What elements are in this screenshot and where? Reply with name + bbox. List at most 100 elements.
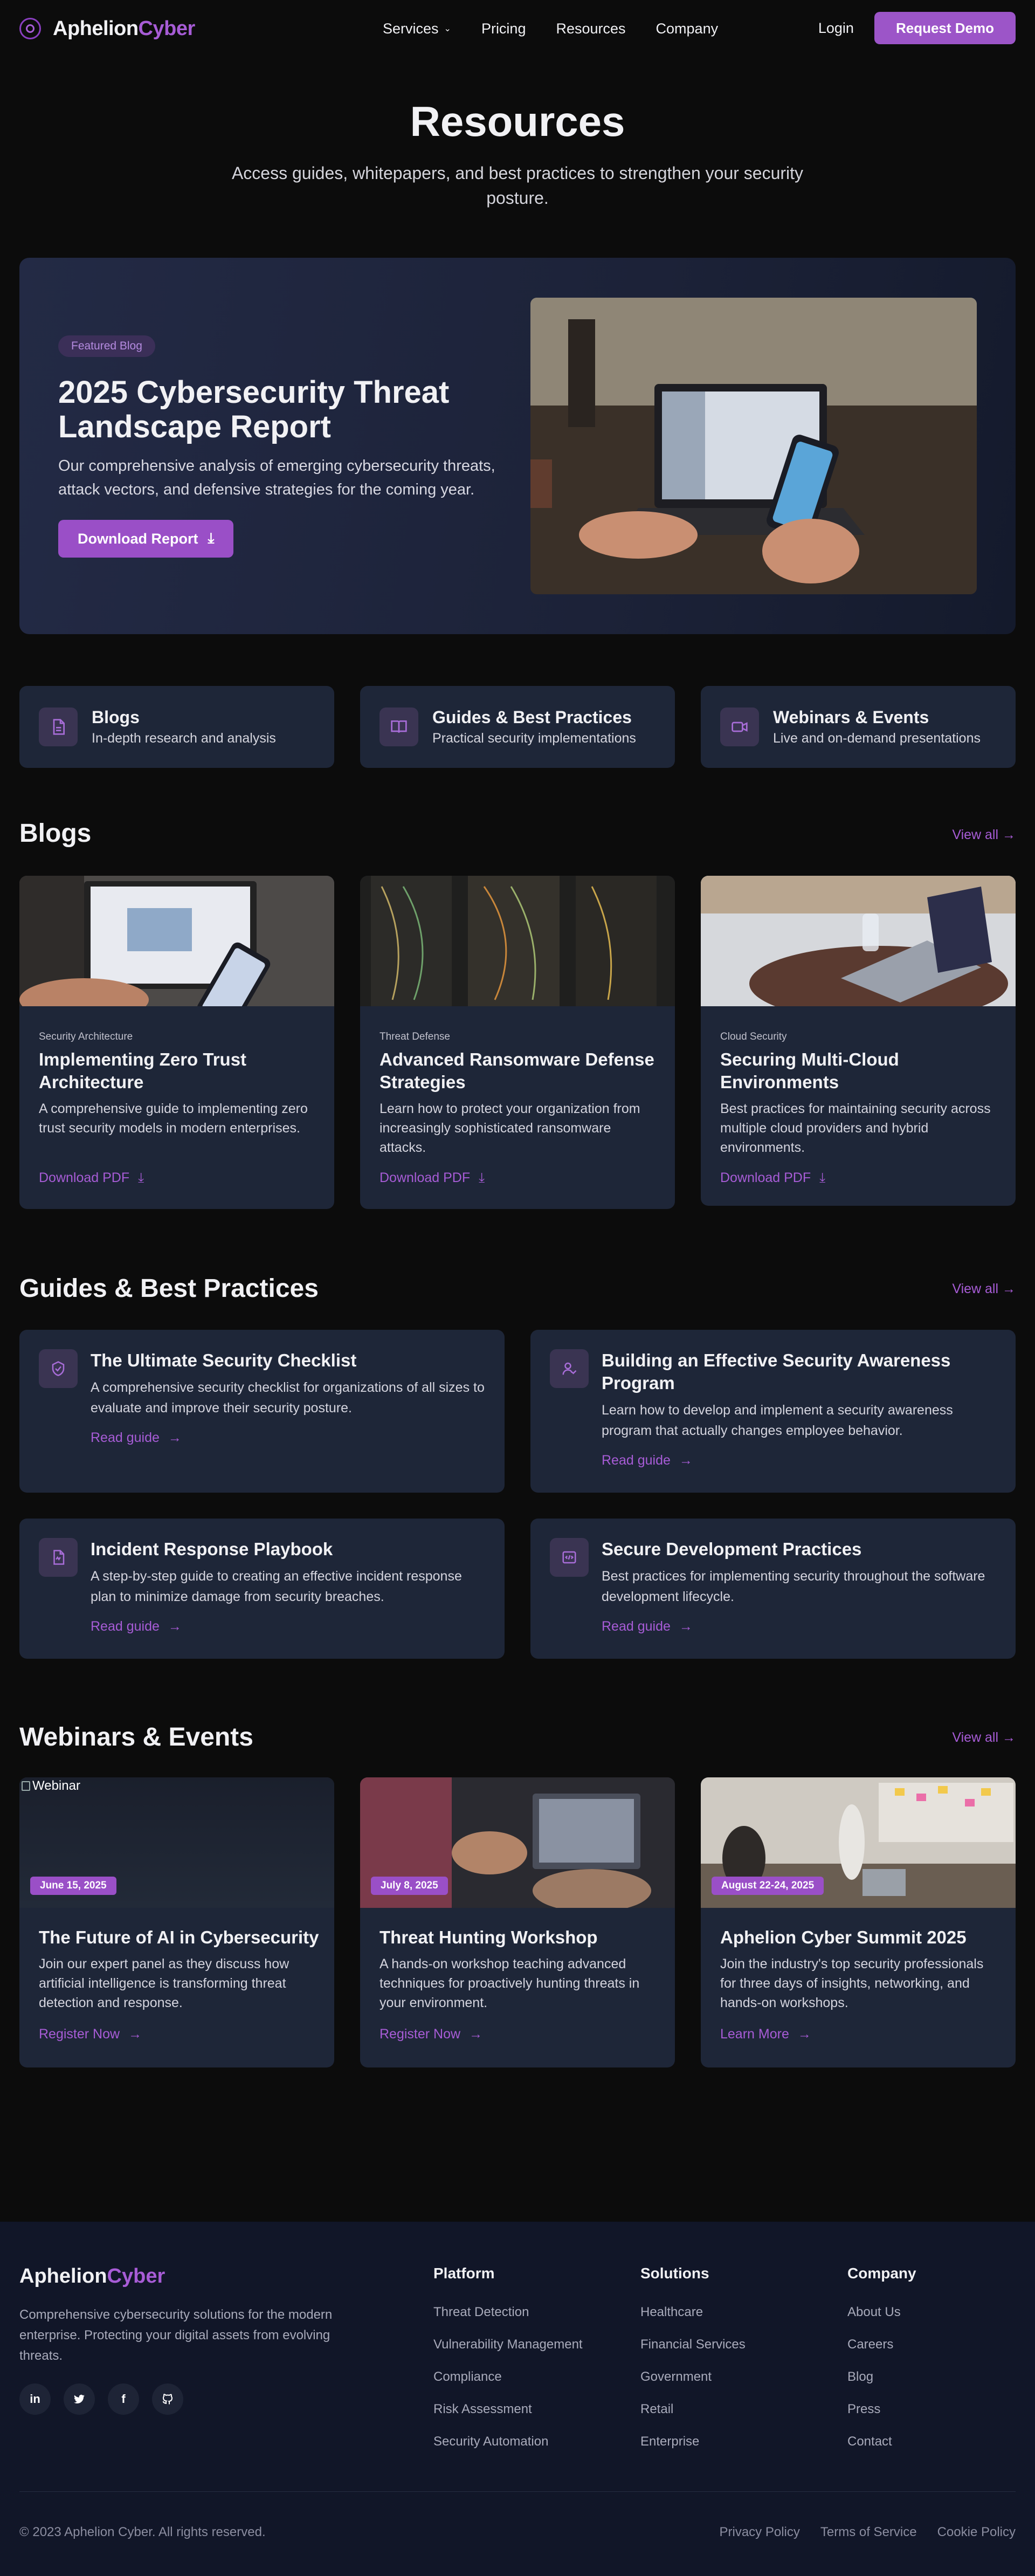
logo-icon: [19, 18, 41, 39]
arrow-right-icon: →: [1002, 827, 1016, 842]
card-title: Securing Multi-Cloud Environments: [720, 1049, 899, 1092]
read-guide-link[interactable]: Read guide →: [91, 1619, 182, 1634]
link-label: Learn More: [720, 2027, 789, 2042]
footer-link[interactable]: Compliance: [433, 2369, 583, 2385]
main-menu: Services ⌄ Pricing Resources Company: [383, 0, 718, 57]
download-pdf-link[interactable]: Download PDF ⤓: [39, 1170, 144, 1186]
blog-image-laptop-tray: [701, 876, 1016, 1021]
legal-links: Privacy Policy Terms of Service Cookie P…: [720, 2525, 1016, 2540]
privacy-policy-link[interactable]: Privacy Policy: [720, 2525, 800, 2540]
download-icon: ⤓: [208, 530, 215, 546]
footer-link[interactable]: Contact: [847, 2434, 916, 2449]
link-label: Read guide: [602, 1619, 671, 1634]
footer-link[interactable]: Healthcare: [640, 2305, 746, 2320]
arrow-right-icon: →: [168, 1430, 182, 1445]
event-date-badge: August 22-24, 2025: [712, 1877, 824, 1895]
event-card[interactable]: July 8, 2025 Threat Hunting Workshop A h…: [360, 1777, 675, 2067]
cookie-policy-link[interactable]: Cookie Policy: [937, 2525, 1016, 2540]
download-pdf-link[interactable]: Download PDF ⤓: [380, 1170, 485, 1186]
category-webinars[interactable]: Webinars & Events Live and on-demand pre…: [701, 686, 1016, 768]
guide-description: A step-by-step guide to creating an effe…: [91, 1569, 462, 1604]
twitter-icon[interactable]: [64, 2383, 95, 2415]
events-view-all[interactable]: View all →: [952, 1730, 1016, 1746]
event-card[interactable]: August 22-24, 2025 Aphelion Cyber Summit…: [701, 1777, 1016, 2067]
nav-pricing[interactable]: Pricing: [481, 20, 526, 37]
link-label: Download PDF: [380, 1170, 471, 1185]
footer-link[interactable]: Financial Services: [640, 2337, 746, 2352]
footer-link[interactable]: Government: [640, 2369, 746, 2385]
footer-link[interactable]: Blog: [847, 2369, 916, 2385]
nav-actions: Login Request Demo: [818, 12, 1016, 44]
terms-of-service-link[interactable]: Terms of Service: [820, 2525, 917, 2540]
brand-logo[interactable]: AphelionCyber: [19, 17, 195, 40]
footer-brand[interactable]: AphelionCyber: [19, 2265, 165, 2288]
footer-link[interactable]: Retail: [640, 2402, 746, 2417]
footer-divider: [19, 2491, 1016, 2492]
footer-link[interactable]: About Us: [847, 2305, 916, 2320]
blog-card[interactable]: Security Architecture Implementing Zero …: [19, 876, 334, 1209]
footer-link[interactable]: Press: [847, 2402, 916, 2417]
read-guide-link[interactable]: Read guide →: [91, 1430, 182, 1446]
guide-card[interactable]: Incident Response Playbook A step-by-ste…: [19, 1519, 505, 1659]
link-label: Read guide: [91, 1430, 160, 1445]
footer-link[interactable]: Vulnerability Management: [433, 2337, 583, 2352]
guide-description: Learn how to develop and implement a sec…: [602, 1403, 953, 1438]
blog-image-laptop: [19, 876, 334, 1029]
blog-card[interactable]: Cloud Security Securing Multi-Cloud Envi…: [701, 876, 1016, 1206]
nav-company[interactable]: Company: [656, 20, 719, 37]
login-link[interactable]: Login: [818, 20, 854, 37]
blogs-view-all[interactable]: View all →: [952, 827, 1016, 843]
featured-description: Our comprehensive analysis of emerging c…: [58, 457, 495, 498]
footer-brand-accent: Cyber: [107, 2265, 165, 2288]
footer-link[interactable]: Risk Assessment: [433, 2402, 583, 2417]
broken-image-icon: [22, 1781, 30, 1791]
download-pdf-link[interactable]: Download PDF ⤓: [720, 1170, 825, 1186]
footer-column-platform: Platform Threat Detection Vulnerability …: [433, 2265, 583, 2467]
footer-link[interactable]: Enterprise: [640, 2434, 746, 2449]
category-blogs[interactable]: Blogs In-depth research and analysis: [19, 686, 334, 768]
blog-image-server-rack: [360, 876, 675, 1006]
facebook-icon[interactable]: f: [108, 2383, 139, 2415]
guides-view-all[interactable]: View all →: [952, 1281, 1016, 1297]
shield-check-icon: [39, 1349, 78, 1388]
guide-title: Incident Response Playbook: [91, 1539, 333, 1559]
nav-resources[interactable]: Resources: [556, 20, 625, 37]
guide-card[interactable]: Secure Development Practices Best practi…: [530, 1519, 1016, 1659]
read-guide-link[interactable]: Read guide →: [602, 1619, 693, 1634]
event-title: Threat Hunting Workshop: [380, 1927, 598, 1947]
nav-services[interactable]: Services ⌄: [383, 20, 451, 37]
request-demo-button[interactable]: Request Demo: [874, 12, 1016, 44]
event-card[interactable]: Webinar June 15, 2025 The Future of AI i…: [19, 1777, 334, 2067]
footer-link[interactable]: Security Automation: [433, 2434, 583, 2449]
brand-name-part: Aphelion: [53, 17, 139, 40]
file-icon: [39, 1538, 78, 1577]
guide-card[interactable]: The Ultimate Security Checklist A compre…: [19, 1330, 505, 1493]
register-now-link[interactable]: Register Now →: [380, 2027, 482, 2042]
download-report-button[interactable]: Download Report ⤓: [58, 520, 234, 558]
register-now-link[interactable]: Register Now →: [39, 2027, 142, 2042]
card-description: Learn how to protect your organization f…: [380, 1101, 640, 1155]
blogs-heading: Blogs: [19, 819, 92, 848]
linkedin-icon[interactable]: in: [19, 2383, 51, 2415]
blog-card[interactable]: Threat Defense Advanced Ransomware Defen…: [360, 876, 675, 1209]
read-guide-link[interactable]: Read guide →: [602, 1453, 693, 1468]
arrow-right-icon: →: [168, 1619, 182, 1634]
page-title: Resources: [410, 98, 625, 145]
page-subtitle: Access guides, whitepapers, and best pra…: [231, 163, 804, 208]
card-category: Security Architecture: [39, 1031, 133, 1042]
event-date-badge: June 15, 2025: [30, 1877, 116, 1895]
guide-card[interactable]: Building an Effective Security Awareness…: [530, 1330, 1016, 1493]
brand-name: AphelionCyber: [53, 17, 195, 40]
learn-more-link[interactable]: Learn More →: [720, 2027, 811, 2042]
category-guides[interactable]: Guides & Best Practices Practical securi…: [360, 686, 675, 768]
view-all-label: View all: [952, 1730, 999, 1745]
featured-image: [530, 298, 977, 594]
arrow-right-icon: →: [679, 1619, 693, 1634]
top-nav: AphelionCyber Services ⌄ Pricing Resource…: [0, 0, 1035, 57]
arrow-right-icon: →: [469, 2027, 483, 2042]
footer-link[interactable]: Careers: [847, 2337, 916, 2352]
events-heading: Webinars & Events: [19, 1723, 253, 1751]
github-icon[interactable]: [152, 2383, 183, 2415]
featured-report: Featured Blog 2025 Cybersecurity Threat …: [19, 258, 1016, 634]
footer-link[interactable]: Threat Detection: [433, 2305, 583, 2320]
